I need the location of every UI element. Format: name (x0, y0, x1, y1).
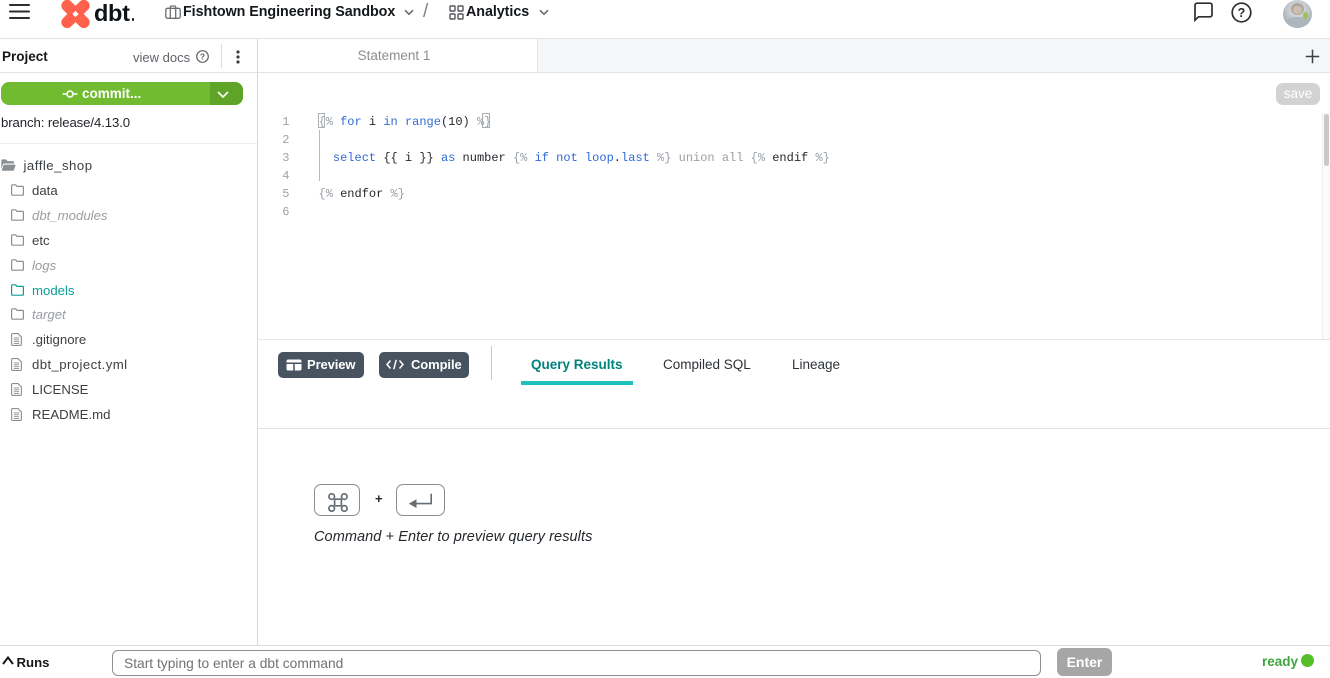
svg-text:?: ? (200, 52, 205, 62)
svg-text:?: ? (1238, 6, 1246, 20)
